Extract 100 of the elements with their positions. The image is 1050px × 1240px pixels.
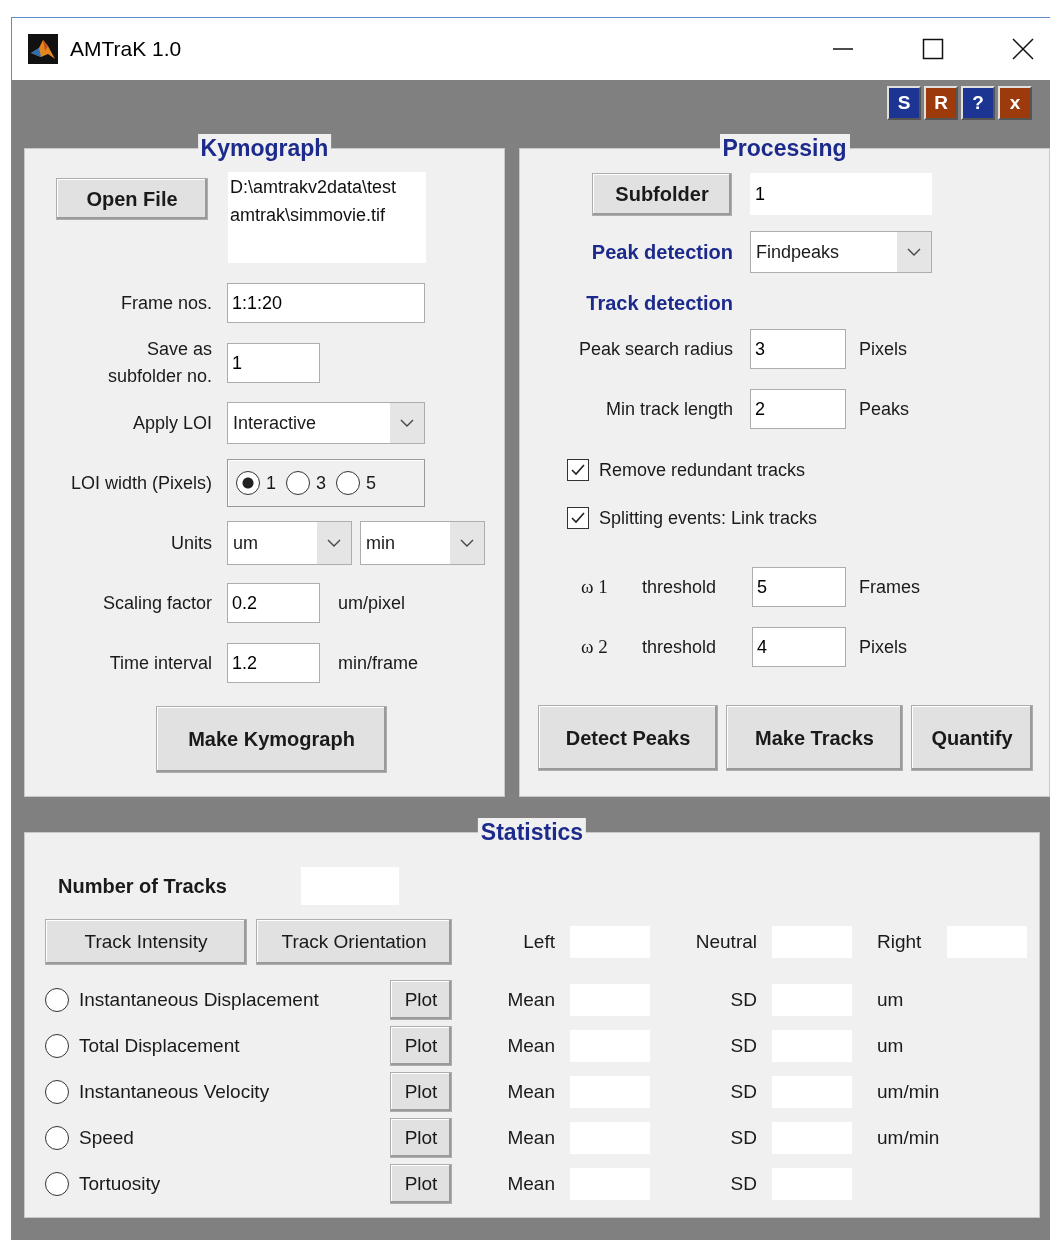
field-label: Time interval	[108, 651, 212, 675]
symbol-label: ω 2	[581, 636, 609, 658]
field-label: Mean	[507, 1173, 555, 1194]
input-field[interactable]: 1.2	[227, 643, 320, 683]
field-label: Mean	[507, 1081, 555, 1102]
radio-label: Tortuosity	[79, 1173, 161, 1195]
plot-button[interactable]: Plot	[390, 980, 452, 1020]
chevron-down-icon	[327, 538, 341, 548]
field-label: Peak search radius	[577, 338, 733, 360]
radio-label: Instantaneous Velocity	[79, 1081, 270, 1103]
radio-button[interactable]	[45, 1080, 69, 1104]
section-heading: Track detection	[585, 291, 733, 315]
toolbar-button[interactable]: x	[998, 86, 1032, 120]
field-label: SD	[730, 1127, 757, 1148]
radio-label: Speed	[79, 1127, 134, 1149]
dropdown[interactable]: min	[360, 521, 485, 565]
unit-label: Pixels	[859, 338, 907, 360]
input-field[interactable]: 0.2	[227, 583, 320, 623]
action-button[interactable]: Track Intensity	[45, 919, 247, 965]
action-button[interactable]: Quantify	[911, 705, 1033, 771]
input-field[interactable]: 3	[750, 329, 846, 369]
unit-label: um	[877, 989, 904, 1011]
unit-label: um/min	[877, 1081, 940, 1103]
toolbar-button[interactable]: ?	[961, 86, 995, 120]
field-label: SD	[730, 1173, 757, 1194]
field-label: Number of Tracks	[58, 874, 228, 898]
open-file-button[interactable]: Open File	[56, 178, 208, 220]
toolbar-button[interactable]: S	[887, 86, 921, 120]
unit-label: um/min	[877, 1127, 940, 1149]
field-label: Mean	[507, 989, 555, 1010]
make-kymograph-button[interactable]: Make Kymograph	[156, 706, 387, 773]
checkbox[interactable]	[567, 507, 589, 529]
unit-label: Frames	[859, 576, 920, 598]
file-path-field[interactable]: D:\amtrakv2data\test amtrak\simmovie.tif	[228, 172, 426, 263]
checkbox[interactable]	[567, 459, 589, 481]
checkbox-label: Splitting events: Link tracks	[599, 507, 818, 529]
input-field[interactable]: 1	[750, 173, 932, 215]
dropdown[interactable]: Findpeaks	[750, 231, 932, 273]
input-field[interactable]: 5	[752, 567, 846, 607]
checkbox-label: Remove redundant tracks	[599, 459, 806, 481]
checkmark-icon	[570, 462, 586, 478]
radio-button[interactable]	[45, 1034, 69, 1058]
field-label: Units	[170, 531, 212, 555]
radio-button[interactable]	[236, 471, 260, 495]
chevron-down-icon	[907, 247, 921, 257]
field-label: SD	[730, 989, 757, 1010]
plot-button[interactable]: Plot	[390, 1118, 452, 1158]
action-button[interactable]: Detect Peaks	[538, 705, 718, 771]
action-button[interactable]: Track Orientation	[256, 919, 452, 965]
field-label: Neutral	[695, 931, 757, 952]
dropdown[interactable]: Interactive	[227, 402, 425, 444]
plot-button[interactable]: Plot	[390, 1072, 452, 1112]
radio-label: Instantaneous Displacement	[79, 989, 319, 1011]
field-label: Min track length	[604, 398, 733, 420]
subfolder-button[interactable]: Subfolder	[592, 172, 732, 216]
toolbar-button[interactable]: R	[924, 86, 958, 120]
close-icon[interactable]	[1012, 38, 1034, 60]
dropdown[interactable]: um	[227, 521, 352, 565]
radio-label: 3	[316, 472, 327, 494]
input-field[interactable]: 1:1:20	[227, 283, 425, 323]
field-label: Save as subfolder no.	[106, 338, 212, 388]
input-field[interactable]: 2	[750, 389, 846, 429]
radio-label: 5	[366, 472, 377, 494]
maximize-icon[interactable]	[922, 38, 944, 60]
field-label: Apply LOI	[131, 411, 212, 435]
field-label: SD	[730, 1035, 757, 1056]
section-heading: Peak detection	[590, 240, 733, 264]
unit-label: Pixels	[859, 636, 907, 658]
input-field[interactable]: 1	[227, 343, 320, 383]
panel-title: Kymograph	[197, 134, 332, 162]
radio-button[interactable]	[45, 1172, 69, 1196]
radio-button[interactable]	[45, 988, 69, 1012]
action-button[interactable]: Make Tracks	[726, 705, 903, 771]
plot-button[interactable]: Plot	[390, 1164, 452, 1204]
field-label: SD	[730, 1081, 757, 1102]
field-label: Mean	[507, 1127, 555, 1148]
chevron-down-icon	[400, 418, 414, 428]
unit-label: Peaks	[859, 398, 910, 420]
field-label: LOI width (Pixels)	[69, 471, 212, 495]
symbol-label: ω 1	[581, 576, 609, 598]
unit-label: um/pixel	[338, 592, 406, 614]
checkmark-icon	[570, 510, 586, 526]
radio-label: 1	[266, 472, 276, 494]
app-icon	[28, 34, 58, 64]
field-label: Left	[523, 931, 555, 952]
field-label: threshold	[642, 636, 717, 658]
radio-button[interactable]	[286, 471, 310, 495]
radio-button[interactable]	[45, 1126, 69, 1150]
radio-label: Total Displacement	[79, 1035, 240, 1057]
chevron-down-icon	[460, 538, 474, 548]
field-label: Frame nos.	[119, 291, 212, 315]
radio-button[interactable]	[336, 471, 361, 495]
plot-button[interactable]: Plot	[390, 1026, 452, 1066]
input-field[interactable]: 4	[752, 627, 846, 667]
field-label: Mean	[507, 1035, 555, 1056]
field-label: Scaling factor	[101, 591, 212, 615]
unit-label: min/frame	[338, 652, 418, 674]
window-title: AMTraK 1.0	[70, 37, 182, 61]
field-label: threshold	[642, 576, 717, 598]
unit-label: um	[877, 1035, 904, 1057]
